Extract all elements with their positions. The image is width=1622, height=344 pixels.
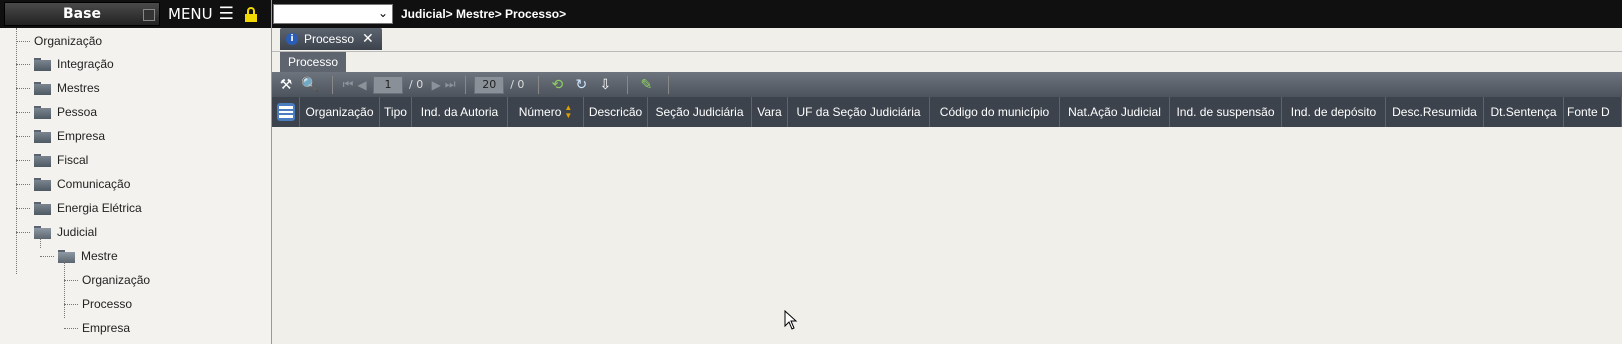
hamburger-menu-icon[interactable]: ☰ <box>219 4 234 24</box>
column-header[interactable]: Vara <box>752 97 788 127</box>
tree-item-label: Energia Elétrica <box>57 201 142 215</box>
folder-icon <box>34 57 51 71</box>
sidebar: Base MENU ☰ Organização Integração Mestr… <box>0 0 272 344</box>
next-page-icon[interactable]: ▶ <box>429 78 443 92</box>
tree-item-mestres[interactable]: Mestres <box>16 76 100 100</box>
page-input[interactable]: 1 <box>373 75 403 94</box>
tab-label: Processo <box>304 32 355 46</box>
app-title: Base <box>63 6 101 22</box>
column-header[interactable]: Ind. da Autoria <box>412 97 508 127</box>
tree-item-label: Integração <box>57 57 114 71</box>
tree-item-comunicacao[interactable]: Comunicação <box>16 172 130 196</box>
tree-item-organizacao[interactable]: Organização <box>16 29 102 53</box>
column-header[interactable]: Descricão <box>584 97 648 127</box>
pin-icon[interactable]: ✎ <box>636 75 656 95</box>
folder-icon <box>34 105 51 119</box>
tree-item-integracao[interactable]: Integração <box>16 52 114 76</box>
column-header[interactable]: Ind. de depósito <box>1282 97 1386 127</box>
prev-page-icon[interactable]: ◀ <box>355 78 369 92</box>
column-settings-icon <box>276 103 295 121</box>
folder-icon <box>34 153 51 167</box>
tree-item-label: Pessoa <box>57 105 98 119</box>
tree-item-label: Comunicação <box>57 177 131 191</box>
column-header[interactable]: Organização <box>300 97 380 127</box>
tree-item-label: Processo <box>82 297 133 311</box>
tree-item-processo[interactable]: Processo <box>64 292 132 316</box>
tools-icon[interactable]: ⚒ <box>276 75 296 95</box>
tree-item-empresa[interactable]: Empresa <box>16 124 105 148</box>
folder-icon <box>34 129 51 143</box>
folder-open-icon <box>34 225 51 239</box>
tree-item-organizacao-leaf[interactable]: Organização <box>64 268 150 292</box>
tree-item-label: Fiscal <box>57 153 89 167</box>
tree-item-label: Judicial <box>57 225 98 239</box>
grid-header: Organização Tipo Ind. da Autoria Número … <box>272 97 1622 127</box>
column-header[interactable]: Dt.Sentença <box>1484 97 1564 127</box>
export-icon[interactable]: ⇩ <box>595 75 615 95</box>
subtab-processo[interactable]: Processo <box>280 52 347 72</box>
column-header[interactable]: Tipo <box>380 97 412 127</box>
breadcrumb: Judicial> Mestre> Processo> <box>401 7 567 21</box>
sidebar-header: Base MENU ☰ <box>0 0 271 28</box>
window-icon[interactable] <box>143 9 155 21</box>
folder-open-icon <box>58 249 75 263</box>
refresh-icon[interactable]: ⟲ <box>547 75 567 95</box>
top-bar: ⌄ Judicial> Mestre> Processo> <box>272 0 1622 28</box>
tree-item-empresa-leaf[interactable]: Empresa <box>64 316 130 340</box>
column-header[interactable]: Seção Judiciária <box>648 97 752 127</box>
column-header[interactable]: UF da Seção Judiciária <box>788 97 930 127</box>
folder-icon <box>34 81 51 95</box>
grid-body[interactable] <box>272 127 1622 344</box>
record-total: / 0 <box>510 78 525 91</box>
page-total: / 0 <box>409 78 424 91</box>
navigation-tree: Organização Integração Mestres Pessoa Em… <box>0 28 271 344</box>
tree-item-label: Mestres <box>57 81 100 95</box>
last-page-icon[interactable]: ⏭ <box>443 77 457 92</box>
grid-toolbar: ⚒ 🔍 ⏮ ◀ 1 / 0 ▶ ⏭ 20 / 0 ⟲ ↻ ⇩ ✎ <box>272 72 1622 97</box>
column-header[interactable]: Desc.Resumida <box>1386 97 1484 127</box>
close-icon[interactable]: ✕ <box>362 31 374 47</box>
mouse-cursor-icon <box>784 310 798 330</box>
column-header[interactable]: Nat.Ação Judicial <box>1060 97 1170 127</box>
organization-select[interactable]: ⌄ <box>273 4 393 24</box>
tab-processo[interactable]: i Processo ✕ <box>280 28 382 50</box>
column-header-label: Número <box>518 105 562 119</box>
tree-item-label: Empresa <box>82 321 131 335</box>
tree-item-energia-eletrica[interactable]: Energia Elétrica <box>16 196 142 220</box>
sort-icon[interactable]: ▲ ▼ <box>564 104 572 120</box>
sub-tab-bar: Processo <box>272 52 1622 72</box>
column-header-numero[interactable]: Número ▲ ▼ <box>508 97 584 127</box>
tree-item-pessoa[interactable]: Pessoa <box>16 100 97 124</box>
chevron-down-icon: ⌄ <box>377 6 388 20</box>
tree-item-label: Organização <box>82 273 151 287</box>
column-settings-button[interactable] <box>272 97 300 127</box>
folder-icon <box>34 201 51 215</box>
tree-item-label: Mestre <box>81 249 118 263</box>
menu-label[interactable]: MENU <box>168 5 213 23</box>
first-page-icon[interactable]: ⏮ <box>341 77 355 92</box>
tree-item-judicial[interactable]: Judicial <box>16 220 97 244</box>
search-icon[interactable]: 🔍 <box>300 75 320 95</box>
tree-item-label: Empresa <box>57 129 106 143</box>
tree-item-label: Organização <box>34 34 103 48</box>
tree-item-mestre[interactable]: Mestre <box>40 244 118 268</box>
column-header[interactable]: Código do município <box>930 97 1060 127</box>
page-size-input[interactable]: 20 <box>474 75 505 94</box>
tab-bar: i Processo ✕ <box>272 28 1622 52</box>
info-icon: i <box>286 33 298 45</box>
column-header[interactable]: Fonte D <box>1564 97 1622 127</box>
column-header[interactable]: Ind. de suspensão <box>1170 97 1282 127</box>
reload-icon[interactable]: ↻ <box>571 75 591 95</box>
base-title-box[interactable]: Base <box>4 2 160 26</box>
lock-icon[interactable] <box>244 6 258 22</box>
tree-item-fiscal[interactable]: Fiscal <box>16 148 88 172</box>
folder-icon <box>34 177 51 191</box>
